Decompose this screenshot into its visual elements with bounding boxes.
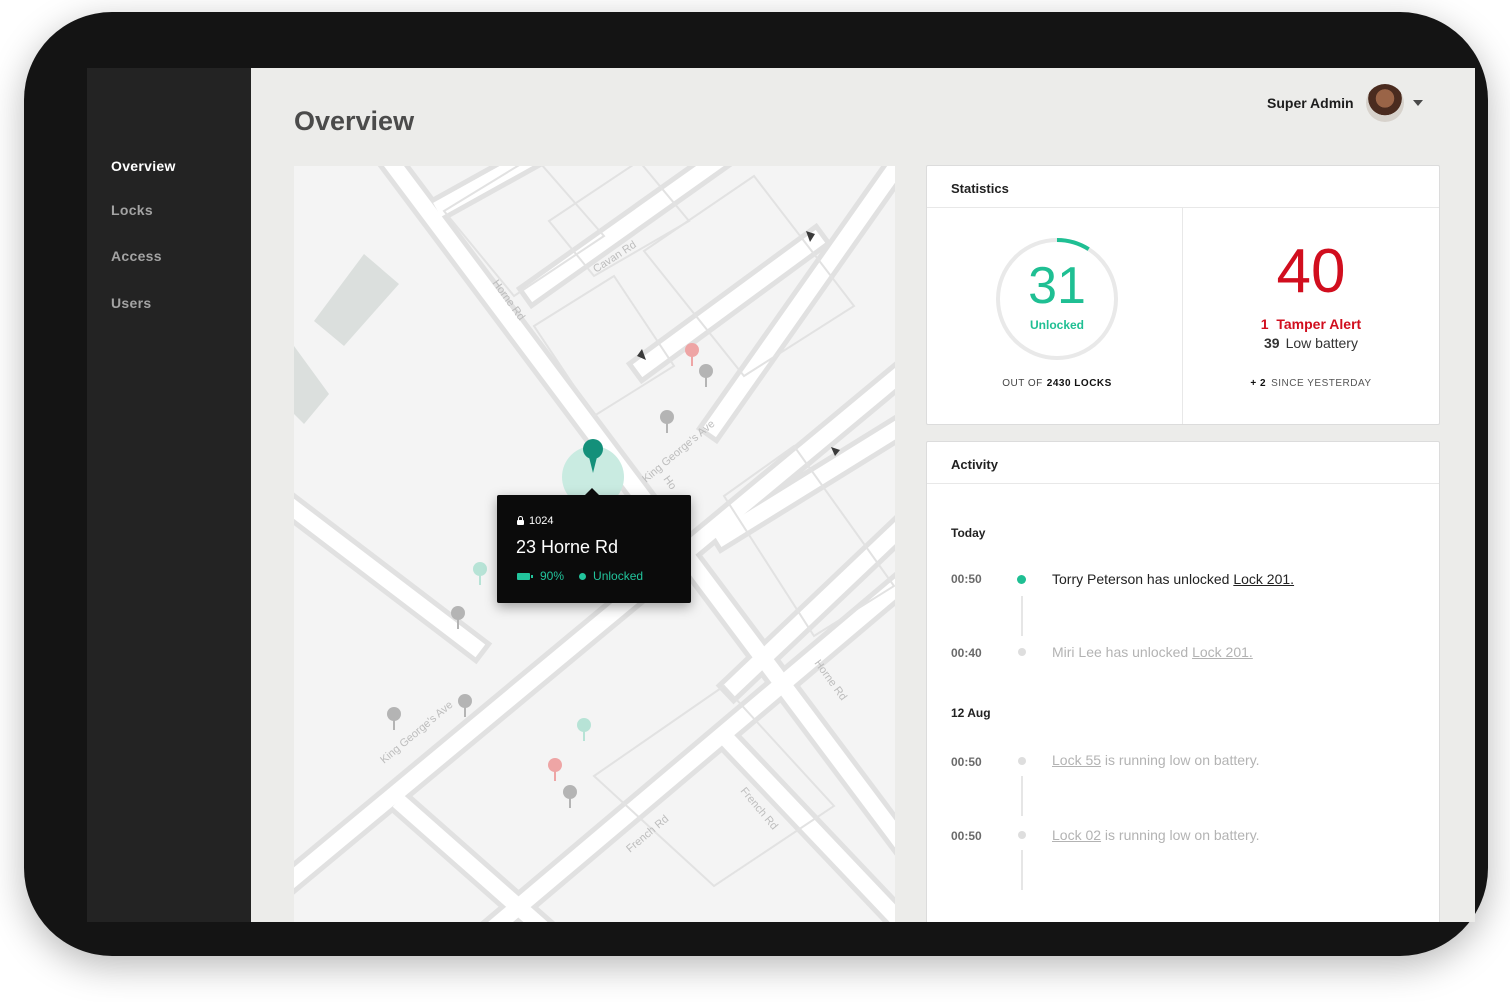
tamper-alert: 1 Tamper Alert [1260, 316, 1362, 332]
app-screen: Overview Locks Access Users Overview Sup… [87, 68, 1475, 922]
avatar[interactable] [1365, 84, 1404, 122]
status-dot-icon [579, 572, 587, 580]
tablet-frame: Overview Locks Access Users Overview Sup… [24, 12, 1488, 956]
sidebar-item-locks[interactable]: Locks [111, 202, 153, 218]
timeline-line [1021, 776, 1023, 816]
activity-time: 00:40 [951, 646, 982, 660]
alerts-delta: + 2 SINCE YESTERDAY [1250, 378, 1372, 389]
activity-title: Activity [951, 457, 998, 472]
popup-battery: 90% [540, 569, 565, 583]
timeline-line [1021, 850, 1023, 890]
user-name[interactable]: Super Admin [1267, 95, 1354, 111]
lock-link[interactable]: Lock 201. [1233, 571, 1294, 587]
activity-time: 00:50 [951, 572, 982, 586]
popup-address: 23 Horne Rd [516, 537, 619, 557]
activity-item: Lock 55 is running low on battery. [1052, 752, 1260, 768]
activity-dot-icon [1017, 575, 1026, 584]
lock-icon [517, 516, 524, 525]
sidebar-item-overview[interactable]: Overview [111, 158, 176, 174]
timeline-line [1021, 596, 1023, 636]
unlocked-count: 31 [1028, 257, 1086, 315]
activity-item: Lock 02 is running low on battery. [1052, 827, 1260, 843]
user-menu[interactable]: Super Admin [1267, 82, 1423, 124]
popup-status: Unlocked [593, 569, 644, 583]
lock-link[interactable]: Lock 201. [1192, 644, 1253, 660]
sidebar: Overview Locks Access Users [87, 68, 251, 922]
activity-day-heading: Today [951, 526, 986, 540]
activity-item: Torry Peterson has unlocked Lock 201. [1052, 571, 1295, 587]
lock-link[interactable]: Lock 55 [1052, 752, 1101, 768]
sidebar-item-users[interactable]: Users [111, 295, 151, 311]
activity-day-heading: 12 Aug [951, 706, 991, 720]
lock-popup[interactable]: 1024 23 Horne Rd 90% Unlocked [497, 488, 691, 603]
battery-icon [517, 572, 533, 580]
activity-dot-icon [1018, 831, 1026, 839]
low-battery: 39 Low battery [1264, 335, 1358, 351]
unlocked-label: Unlocked [1029, 318, 1084, 332]
chevron-down-icon[interactable] [1412, 100, 1423, 106]
statistics-card: Statistics 31 Unlocked OUT OF 2430 LOCKS … [926, 165, 1440, 425]
popup-lock-id: 1024 [529, 515, 554, 527]
page-title: Overview [294, 106, 415, 136]
activity-item: Miri Lee has unlocked Lock 201. [1052, 644, 1253, 660]
activity-card: Activity Today 00:50 Torry Peterson has … [926, 441, 1440, 922]
map[interactable]: Cavan Rd Horne Rd King George's Ave Ho H… [294, 166, 895, 922]
activity-dot-icon [1018, 757, 1026, 765]
divider [927, 483, 1439, 484]
alerts-count: 40 [1276, 237, 1346, 306]
divider [927, 207, 1439, 208]
statistics-title: Statistics [951, 181, 1009, 196]
activity-dot-icon [1018, 648, 1026, 656]
total-locks: OUT OF 2430 LOCKS [1002, 378, 1112, 389]
activity-time: 00:50 [951, 755, 982, 769]
sidebar-item-access[interactable]: Access [111, 248, 162, 264]
activity-time: 00:50 [951, 829, 982, 843]
lock-link[interactable]: Lock 02 [1052, 827, 1101, 843]
